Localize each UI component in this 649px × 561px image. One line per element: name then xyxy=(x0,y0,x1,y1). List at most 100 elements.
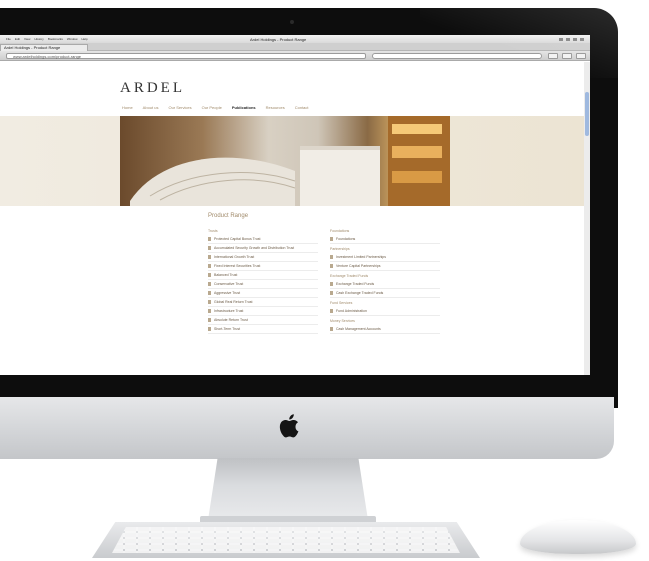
search-field[interactable] xyxy=(372,53,542,59)
section-heading: Trusts xyxy=(208,229,218,233)
document-icon xyxy=(208,291,211,295)
section-heading: Foundations xyxy=(330,229,350,233)
product-link-label: Fixed Interest Securities Trust xyxy=(214,264,261,268)
product-link[interactable]: Absolute Return Trust xyxy=(208,316,318,325)
nav-item[interactable]: Home xyxy=(122,105,133,110)
magic-mouse xyxy=(520,520,636,554)
hero-illustration xyxy=(130,116,450,206)
settings-button[interactable] xyxy=(576,53,586,59)
product-link[interactable]: Foundations xyxy=(330,235,440,244)
camera-dot xyxy=(290,20,294,24)
product-link[interactable]: Exchange Traded Funds xyxy=(330,280,440,289)
document-icon xyxy=(208,273,211,277)
document-icon xyxy=(208,327,211,331)
product-link-label: Foundations xyxy=(336,237,356,241)
product-link[interactable]: Short-Term Trust xyxy=(208,325,318,334)
section-heading: Money Services xyxy=(330,319,355,323)
site-logo[interactable]: ARDEL xyxy=(120,80,185,97)
product-link[interactable]: Accumulated Security Growth and Distribu… xyxy=(208,244,318,253)
nav-item[interactable]: Resources xyxy=(266,105,285,110)
document-icon xyxy=(330,309,333,313)
document-icon xyxy=(208,300,211,304)
product-link[interactable]: Investment Limited Partnerships xyxy=(330,253,440,262)
document-icon xyxy=(208,318,211,322)
product-link-label: Cash Exchange Traded Funds xyxy=(336,291,384,295)
menubar-item[interactable]: Bookmarks xyxy=(48,37,63,41)
menubar-item[interactable]: View xyxy=(24,37,30,41)
nav-item[interactable]: Our Services xyxy=(168,105,191,110)
document-icon xyxy=(208,264,211,268)
content-title: Product Range xyxy=(208,213,249,219)
reader-button[interactable] xyxy=(562,53,572,59)
bookmark-button[interactable] xyxy=(548,53,558,59)
menubar-item[interactable]: File xyxy=(6,37,11,41)
menubar-item[interactable]: Window xyxy=(67,37,78,41)
tab-bar: Ardel Holdings - Product Range xyxy=(0,43,590,51)
product-link[interactable]: Infrastructure Trust xyxy=(208,307,318,316)
left-product-column: Trusts Protected Capital Bonus Trust Accu… xyxy=(208,226,318,334)
document-icon xyxy=(330,255,333,259)
document-icon xyxy=(330,327,333,331)
window-title: Ardel Holdings - Product Range xyxy=(250,36,307,42)
product-link-label: Aggressive Trust xyxy=(214,291,241,295)
product-link-label: Absolute Return Trust xyxy=(214,318,248,322)
product-link[interactable]: International Growth Trust xyxy=(208,253,318,262)
left-item-list: Protected Capital Bonus Trust Accumulated… xyxy=(208,235,318,334)
browser-tab[interactable]: Ardel Holdings - Product Range xyxy=(0,44,88,51)
product-link-label: Accumulated Security Growth and Distribu… xyxy=(214,246,295,250)
menubar-item[interactable]: Edit xyxy=(15,37,20,41)
product-link[interactable]: Cash Exchange Traded Funds xyxy=(330,289,440,298)
menubar-item[interactable]: Help xyxy=(82,37,88,41)
product-link-label: Investment Limited Partnerships xyxy=(336,255,386,259)
product-link[interactable]: Aggressive Trust xyxy=(208,289,318,298)
product-link-label: Protected Capital Bonus Trust xyxy=(214,237,261,241)
product-link-label: Exchange Traded Funds xyxy=(336,282,375,286)
web-page: ARDEL Home About us Our Services Our People… xyxy=(0,62,590,375)
nav-item[interactable]: Contact xyxy=(295,105,309,110)
document-icon xyxy=(330,264,333,268)
imac-chin xyxy=(0,397,614,459)
clock-icon xyxy=(580,37,584,41)
section-heading: Fund Services xyxy=(330,301,353,305)
product-link[interactable]: Conservative Trust xyxy=(208,280,318,289)
product-link-label: International Growth Trust xyxy=(214,255,255,259)
document-icon xyxy=(208,237,211,241)
product-link[interactable]: Fund Administration xyxy=(330,307,440,316)
product-link[interactable]: Global Real Return Trust xyxy=(208,298,318,307)
battery-icon xyxy=(573,37,577,41)
product-link-label: Cash Management Accounts xyxy=(336,327,381,331)
menubar-items: File Edit View History Bookmarks Window Help xyxy=(0,37,88,41)
right-product-column: Foundations Foundations Partnerships Invest… xyxy=(330,226,440,334)
scroll-thumb[interactable] xyxy=(585,92,589,136)
nav-item[interactable]: Our People xyxy=(202,105,222,110)
site-navigation: Home About us Our Services Our People Public… xyxy=(122,105,309,110)
menubar-status xyxy=(559,37,584,41)
book-stack xyxy=(300,146,380,206)
product-link[interactable]: Cash Management Accounts xyxy=(330,325,440,334)
product-link[interactable]: Venture Capital Partnerships xyxy=(330,262,440,271)
hero-image-books xyxy=(120,116,450,206)
nav-item[interactable]: About us xyxy=(143,105,159,110)
scrollbar[interactable] xyxy=(584,62,590,375)
document-icon xyxy=(208,282,211,286)
keyboard-keys xyxy=(112,527,460,553)
browser-menubar: File Edit View History Bookmarks Window Help A… xyxy=(0,35,590,43)
screen: File Edit View History Bookmarks Window Help A… xyxy=(0,35,590,375)
product-link-label: Balanced Trust xyxy=(214,273,238,277)
product-link-label: Fund Administration xyxy=(336,309,367,313)
product-link[interactable]: Balanced Trust xyxy=(208,271,318,280)
menubar-item[interactable]: History xyxy=(34,37,43,41)
product-link-label: Short-Term Trust xyxy=(214,327,241,331)
product-link-label: Venture Capital Partnerships xyxy=(336,264,381,268)
address-bar: www.ardelholdings.com/product-range xyxy=(0,51,590,61)
product-link-label: Conservative Trust xyxy=(214,282,244,286)
product-link-label: Global Real Return Trust xyxy=(214,300,253,304)
product-link[interactable]: Protected Capital Bonus Trust xyxy=(208,235,318,244)
document-icon xyxy=(330,237,333,241)
volume-icon xyxy=(566,37,570,41)
url-field[interactable]: www.ardelholdings.com/product-range xyxy=(6,53,366,59)
nav-item[interactable]: Publications xyxy=(232,105,256,110)
product-link[interactable]: Fixed Interest Securities Trust xyxy=(208,262,318,271)
document-icon xyxy=(208,246,211,250)
product-link-label: Infrastructure Trust xyxy=(214,309,244,313)
